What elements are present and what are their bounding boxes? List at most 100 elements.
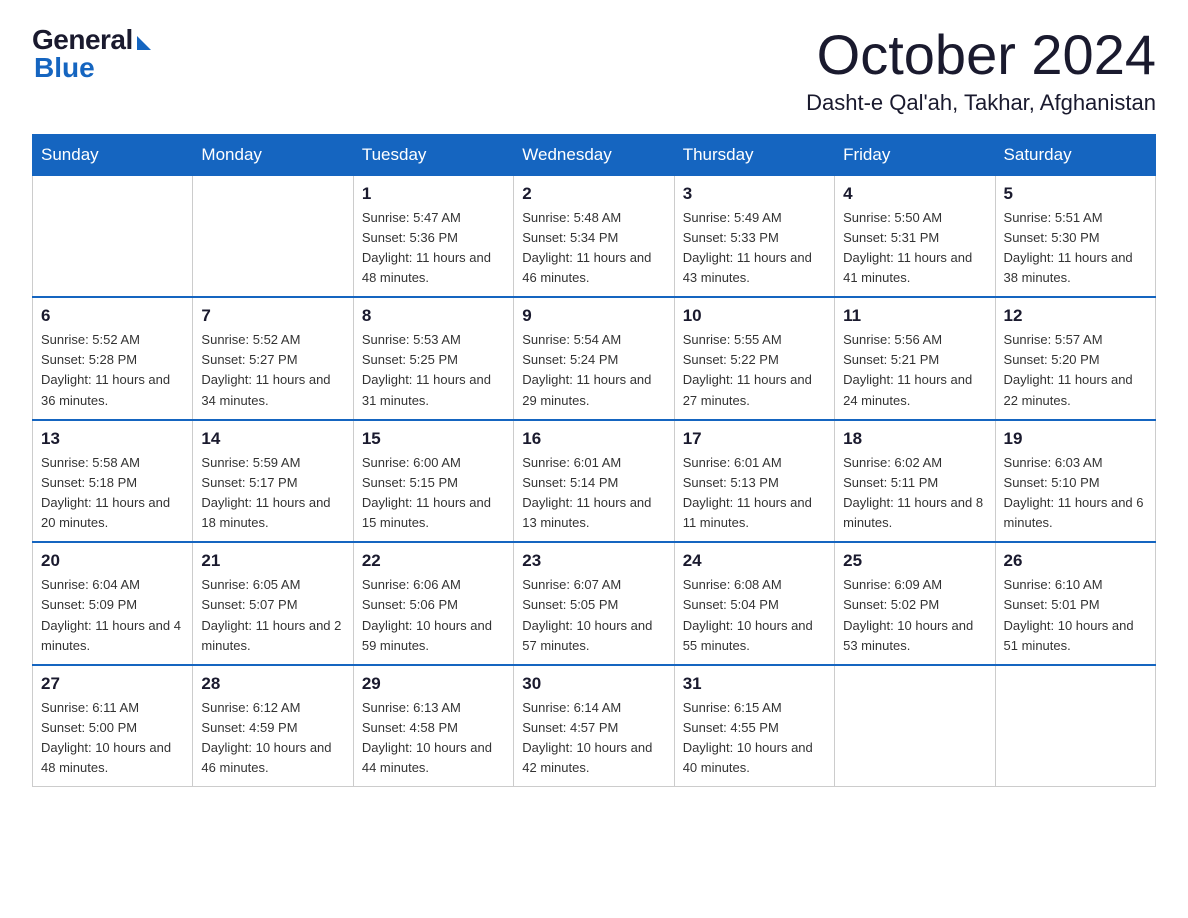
calendar-cell: 12 Sunrise: 5:57 AM Sunset: 5:20 PM Dayli… bbox=[995, 297, 1155, 420]
day-info: Sunrise: 6:01 AM Sunset: 5:13 PM Dayligh… bbox=[683, 453, 826, 534]
calendar-week-row: 1 Sunrise: 5:47 AM Sunset: 5:36 PM Daylig… bbox=[33, 175, 1156, 297]
day-info: Sunrise: 6:10 AM Sunset: 5:01 PM Dayligh… bbox=[1004, 575, 1147, 656]
calendar-cell: 28 Sunrise: 6:12 AM Sunset: 4:59 PM Dayli… bbox=[193, 665, 353, 787]
calendar-cell: 13Sunrise: 5:58 AM Sunset: 5:18 PM Dayli… bbox=[33, 420, 193, 543]
weekday-header-saturday: Saturday bbox=[995, 134, 1155, 175]
day-number: 1 bbox=[362, 184, 505, 204]
day-number: 14 bbox=[201, 429, 344, 449]
calendar-cell: 26 Sunrise: 6:10 AM Sunset: 5:01 PM Dayli… bbox=[995, 542, 1155, 665]
calendar-cell bbox=[835, 665, 995, 787]
day-number: 19 bbox=[1004, 429, 1147, 449]
calendar-cell: 5 Sunrise: 5:51 AM Sunset: 5:30 PM Daylig… bbox=[995, 175, 1155, 297]
day-number: 25 bbox=[843, 551, 986, 571]
calendar-header-row: SundayMondayTuesdayWednesdayThursdayFrid… bbox=[33, 134, 1156, 175]
day-number: 5 bbox=[1004, 184, 1147, 204]
day-info: Sunrise: 5:57 AM Sunset: 5:20 PM Dayligh… bbox=[1004, 330, 1147, 411]
calendar-cell: 25 Sunrise: 6:09 AM Sunset: 5:02 PM Dayli… bbox=[835, 542, 995, 665]
day-info: Sunrise: 6:09 AM Sunset: 5:02 PM Dayligh… bbox=[843, 575, 986, 656]
day-number: 23 bbox=[522, 551, 665, 571]
day-number: 8 bbox=[362, 306, 505, 326]
calendar-cell: 4Sunrise: 5:50 AM Sunset: 5:31 PM Daylig… bbox=[835, 175, 995, 297]
page-header: General Blue October 2024 Dasht-e Qal'ah… bbox=[32, 24, 1156, 116]
day-number: 22 bbox=[362, 551, 505, 571]
day-number: 16 bbox=[522, 429, 665, 449]
calendar-cell: 16 Sunrise: 6:01 AM Sunset: 5:14 PM Dayli… bbox=[514, 420, 674, 543]
day-number: 21 bbox=[201, 551, 344, 571]
calendar-body: 1 Sunrise: 5:47 AM Sunset: 5:36 PM Daylig… bbox=[33, 175, 1156, 787]
day-number: 28 bbox=[201, 674, 344, 694]
logo-blue-text: Blue bbox=[32, 52, 95, 84]
location-title: Dasht-e Qal'ah, Takhar, Afghanistan bbox=[806, 90, 1156, 116]
weekday-header-wednesday: Wednesday bbox=[514, 134, 674, 175]
day-number: 26 bbox=[1004, 551, 1147, 571]
day-info: Sunrise: 6:12 AM Sunset: 4:59 PM Dayligh… bbox=[201, 698, 344, 779]
day-info: Sunrise: 5:53 AM Sunset: 5:25 PM Dayligh… bbox=[362, 330, 505, 411]
day-number: 4 bbox=[843, 184, 986, 204]
day-info: Sunrise: 5:49 AM Sunset: 5:33 PM Dayligh… bbox=[683, 208, 826, 289]
title-block: October 2024 Dasht-e Qal'ah, Takhar, Afg… bbox=[806, 24, 1156, 116]
calendar-cell: 22Sunrise: 6:06 AM Sunset: 5:06 PM Dayli… bbox=[353, 542, 513, 665]
day-info: Sunrise: 6:08 AM Sunset: 5:04 PM Dayligh… bbox=[683, 575, 826, 656]
day-number: 6 bbox=[41, 306, 184, 326]
calendar-cell: 20Sunrise: 6:04 AM Sunset: 5:09 PM Dayli… bbox=[33, 542, 193, 665]
calendar-cell: 8 Sunrise: 5:53 AM Sunset: 5:25 PM Daylig… bbox=[353, 297, 513, 420]
logo-arrow-icon bbox=[137, 36, 151, 50]
day-info: Sunrise: 6:13 AM Sunset: 4:58 PM Dayligh… bbox=[362, 698, 505, 779]
calendar-cell: 27Sunrise: 6:11 AM Sunset: 5:00 PM Dayli… bbox=[33, 665, 193, 787]
day-info: Sunrise: 6:14 AM Sunset: 4:57 PM Dayligh… bbox=[522, 698, 665, 779]
calendar-cell: 9Sunrise: 5:54 AM Sunset: 5:24 PM Daylig… bbox=[514, 297, 674, 420]
weekday-header-sunday: Sunday bbox=[33, 134, 193, 175]
day-info: Sunrise: 5:56 AM Sunset: 5:21 PM Dayligh… bbox=[843, 330, 986, 411]
weekday-header-monday: Monday bbox=[193, 134, 353, 175]
calendar-week-row: 6 Sunrise: 5:52 AM Sunset: 5:28 PM Daylig… bbox=[33, 297, 1156, 420]
day-number: 17 bbox=[683, 429, 826, 449]
calendar-cell bbox=[995, 665, 1155, 787]
day-number: 7 bbox=[201, 306, 344, 326]
calendar-cell: 7 Sunrise: 5:52 AM Sunset: 5:27 PM Daylig… bbox=[193, 297, 353, 420]
calendar-cell: 23 Sunrise: 6:07 AM Sunset: 5:05 PM Dayli… bbox=[514, 542, 674, 665]
calendar-table: SundayMondayTuesdayWednesdayThursdayFrid… bbox=[32, 134, 1156, 788]
day-number: 3 bbox=[683, 184, 826, 204]
day-info: Sunrise: 5:52 AM Sunset: 5:27 PM Dayligh… bbox=[201, 330, 344, 411]
calendar-cell: 19 Sunrise: 6:03 AM Sunset: 5:10 PM Dayli… bbox=[995, 420, 1155, 543]
calendar-cell: 31Sunrise: 6:15 AM Sunset: 4:55 PM Dayli… bbox=[674, 665, 834, 787]
logo: General Blue bbox=[32, 24, 151, 84]
day-info: Sunrise: 5:55 AM Sunset: 5:22 PM Dayligh… bbox=[683, 330, 826, 411]
day-info: Sunrise: 6:05 AM Sunset: 5:07 PM Dayligh… bbox=[201, 575, 344, 656]
day-info: Sunrise: 5:51 AM Sunset: 5:30 PM Dayligh… bbox=[1004, 208, 1147, 289]
calendar-cell: 2Sunrise: 5:48 AM Sunset: 5:34 PM Daylig… bbox=[514, 175, 674, 297]
day-number: 10 bbox=[683, 306, 826, 326]
day-number: 15 bbox=[362, 429, 505, 449]
calendar-cell: 11 Sunrise: 5:56 AM Sunset: 5:21 PM Dayli… bbox=[835, 297, 995, 420]
day-number: 11 bbox=[843, 306, 986, 326]
day-info: Sunrise: 5:47 AM Sunset: 5:36 PM Dayligh… bbox=[362, 208, 505, 289]
day-info: Sunrise: 6:01 AM Sunset: 5:14 PM Dayligh… bbox=[522, 453, 665, 534]
calendar-cell: 18 Sunrise: 6:02 AM Sunset: 5:11 PM Dayli… bbox=[835, 420, 995, 543]
month-title: October 2024 bbox=[806, 24, 1156, 86]
calendar-cell: 6 Sunrise: 5:52 AM Sunset: 5:28 PM Daylig… bbox=[33, 297, 193, 420]
day-number: 30 bbox=[522, 674, 665, 694]
calendar-cell: 14Sunrise: 5:59 AM Sunset: 5:17 PM Dayli… bbox=[193, 420, 353, 543]
day-number: 12 bbox=[1004, 306, 1147, 326]
calendar-cell bbox=[33, 175, 193, 297]
day-number: 27 bbox=[41, 674, 184, 694]
day-number: 29 bbox=[362, 674, 505, 694]
calendar-week-row: 13Sunrise: 5:58 AM Sunset: 5:18 PM Dayli… bbox=[33, 420, 1156, 543]
day-info: Sunrise: 5:52 AM Sunset: 5:28 PM Dayligh… bbox=[41, 330, 184, 411]
weekday-header-friday: Friday bbox=[835, 134, 995, 175]
weekday-header-thursday: Thursday bbox=[674, 134, 834, 175]
day-info: Sunrise: 6:02 AM Sunset: 5:11 PM Dayligh… bbox=[843, 453, 986, 534]
day-info: Sunrise: 6:07 AM Sunset: 5:05 PM Dayligh… bbox=[522, 575, 665, 656]
calendar-cell: 17 Sunrise: 6:01 AM Sunset: 5:13 PM Dayli… bbox=[674, 420, 834, 543]
calendar-cell: 10 Sunrise: 5:55 AM Sunset: 5:22 PM Dayli… bbox=[674, 297, 834, 420]
day-number: 18 bbox=[843, 429, 986, 449]
day-number: 20 bbox=[41, 551, 184, 571]
calendar-cell: 24Sunrise: 6:08 AM Sunset: 5:04 PM Dayli… bbox=[674, 542, 834, 665]
calendar-cell: 1 Sunrise: 5:47 AM Sunset: 5:36 PM Daylig… bbox=[353, 175, 513, 297]
calendar-cell: 30 Sunrise: 6:14 AM Sunset: 4:57 PM Dayli… bbox=[514, 665, 674, 787]
day-info: Sunrise: 6:03 AM Sunset: 5:10 PM Dayligh… bbox=[1004, 453, 1147, 534]
calendar-week-row: 27Sunrise: 6:11 AM Sunset: 5:00 PM Dayli… bbox=[33, 665, 1156, 787]
day-number: 13 bbox=[41, 429, 184, 449]
day-number: 31 bbox=[683, 674, 826, 694]
calendar-cell: 21 Sunrise: 6:05 AM Sunset: 5:07 PM Dayli… bbox=[193, 542, 353, 665]
